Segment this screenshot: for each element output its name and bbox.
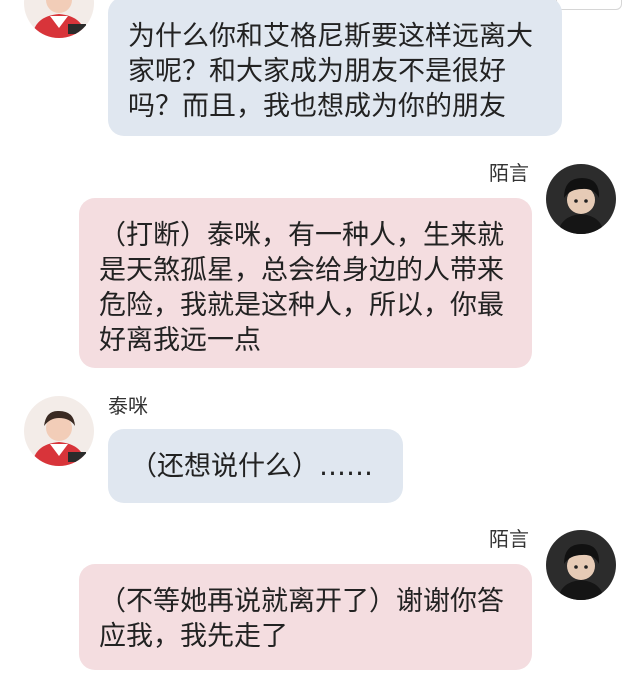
message-bubble-4: （不等她再说就离开了）谢谢你答 应我，我先走了 (79, 564, 532, 670)
avatar-taimi[interactable] (24, 396, 94, 466)
sender-name-moyan: 陌言 (489, 161, 529, 185)
avatar-moyan[interactable] (546, 164, 616, 234)
message-bubble-2: （打断）泰咪，有一种人，生来就 是天煞孤星，总会给身边的人带来 危险，我就是这种… (79, 198, 532, 368)
message-2-line-2: 是天煞孤星，总会给身边的人带来 (99, 255, 504, 286)
message-2-line-3: 危险，我就是这种人，所以，你最 (99, 290, 504, 321)
message-4-line-2: 应我，我先走了 (99, 621, 288, 652)
message-1-line-2: 家呢？和大家成为朋友不是很好 (128, 56, 506, 87)
message-bubble-1: 为什么你和艾格尼斯要这样远离大 家呢？和大家成为朋友不是很好 吗？而且，我也想成… (108, 0, 562, 136)
message-4-line-1: （不等她再说就离开了）谢谢你答 (99, 586, 504, 617)
moyan-portrait-icon (546, 530, 616, 600)
sender-name-moyan: 陌言 (489, 527, 529, 551)
avatar-moyan[interactable] (546, 530, 616, 600)
sender-name-taimi: 泰咪 (108, 394, 148, 418)
message-2-line-1: （打断）泰咪，有一种人，生来就 (99, 220, 504, 251)
top-right-control[interactable] (556, 0, 622, 10)
avatar-taimi[interactable] (24, 0, 94, 38)
message-2-line-4: 好离我远一点 (99, 325, 261, 356)
message-bubble-3: （还想说什么）…… (108, 429, 403, 503)
message-1-line-1: 为什么你和艾格尼斯要这样远离大 (128, 21, 533, 52)
moyan-portrait-icon (546, 164, 616, 234)
message-1-line-3: 吗？而且，我也想成为你的朋友 (128, 91, 506, 122)
taimi-portrait-icon (24, 0, 94, 38)
message-3-line-1: （还想说什么）…… (130, 451, 373, 482)
taimi-portrait-icon (24, 396, 94, 466)
